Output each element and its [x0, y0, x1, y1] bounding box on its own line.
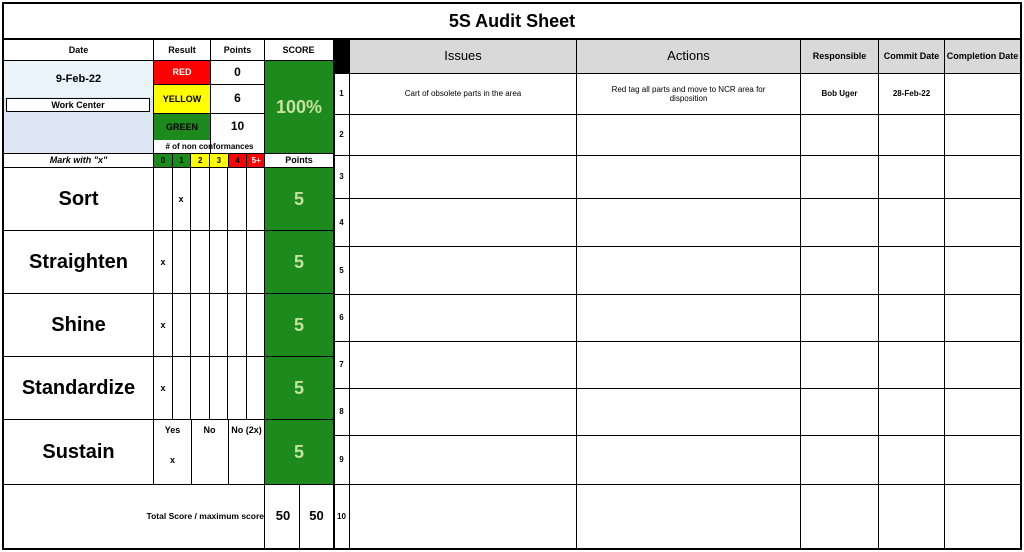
mark-label: Mark with "x" — [49, 155, 108, 166]
commit-date-header: Commit Date — [883, 51, 940, 62]
points-green: 10 — [230, 119, 245, 134]
completion-date-header: Completion Date — [946, 51, 1019, 62]
col-1-header: 1 — [172, 154, 192, 167]
result-header: Result — [168, 44, 196, 55]
points-column-header: Points — [285, 155, 313, 166]
issue-cell[interactable]: Cart of obsolete parts in the area — [350, 74, 576, 114]
row-number: 2 — [339, 130, 344, 140]
action-cell[interactable]: Red tag all parts and move to NCR area f… — [577, 74, 800, 114]
date-value[interactable]: 9-Feb-22 — [4, 61, 153, 97]
work-center-label: Work Center — [6, 98, 150, 112]
score-header: SCORE — [282, 44, 315, 55]
col-3-header: 3 — [210, 154, 229, 167]
result-green: GREEN — [154, 114, 210, 140]
header-corner — [333, 40, 350, 73]
mark-sustain[interactable]: x — [154, 445, 191, 475]
col-0-header: 0 — [154, 154, 173, 167]
issues-header: Issues — [444, 48, 482, 64]
score-value: 100% — [265, 61, 333, 153]
col-4-header: 4 — [228, 154, 248, 167]
total-label: Total Score / maximum score — [146, 510, 264, 521]
responsible-header: Responsible — [812, 51, 867, 62]
actions-header: Actions — [667, 48, 710, 64]
work-center-value[interactable] — [4, 113, 153, 153]
responsible-cell[interactable]: Bob Uger — [801, 74, 878, 114]
points-red: 0 — [234, 64, 241, 79]
mark-shine[interactable]: x — [154, 294, 172, 356]
category-sort: Sort — [58, 187, 99, 210]
nonconformance-columns: 0 1 2 3 4 5+ — [154, 154, 266, 167]
sustain-yes-header: Yes — [164, 424, 181, 435]
points-sort: 5 — [265, 168, 333, 230]
col-5-header: 5+ — [247, 154, 266, 167]
date-header: Date — [68, 44, 89, 55]
mark-sort[interactable]: x — [172, 168, 190, 230]
row-number: 3 — [339, 172, 344, 182]
col-2-header: 2 — [191, 154, 211, 167]
points-header: Points — [223, 44, 252, 55]
row-number: 4 — [339, 217, 344, 227]
row-number: 5 — [339, 265, 344, 275]
row-number: 10 — [337, 511, 346, 521]
completion-date-cell[interactable] — [945, 74, 1020, 114]
page-title: 5S Audit Sheet — [448, 10, 576, 31]
points-straighten: 5 — [265, 231, 333, 293]
points-sustain: 5 — [265, 420, 333, 484]
sustain-no-header: No — [203, 424, 216, 435]
category-sustain: Sustain — [42, 440, 115, 463]
row-number: 1 — [339, 89, 344, 99]
sustain-no2x-header: No (2x) — [231, 424, 262, 435]
mark-standardize[interactable]: x — [154, 357, 172, 419]
mark-straighten[interactable]: x — [154, 231, 172, 293]
result-red: RED — [154, 61, 210, 84]
row-number: 7 — [339, 360, 344, 370]
row-number: 8 — [339, 407, 344, 417]
points-standardize: 5 — [265, 357, 333, 419]
points-shine: 5 — [265, 294, 333, 356]
commit-date-cell[interactable]: 28-Feb-22 — [879, 74, 944, 114]
row-number: 6 — [339, 313, 344, 323]
result-yellow: YELLOW — [154, 85, 210, 113]
row-number: 9 — [339, 455, 344, 465]
points-yellow: 6 — [234, 91, 241, 106]
category-straighten: Straighten — [29, 250, 128, 273]
max-score: 50 — [309, 508, 324, 524]
category-shine: Shine — [51, 313, 106, 336]
category-standardize: Standardize — [21, 376, 136, 399]
total-score: 50 — [275, 508, 291, 524]
